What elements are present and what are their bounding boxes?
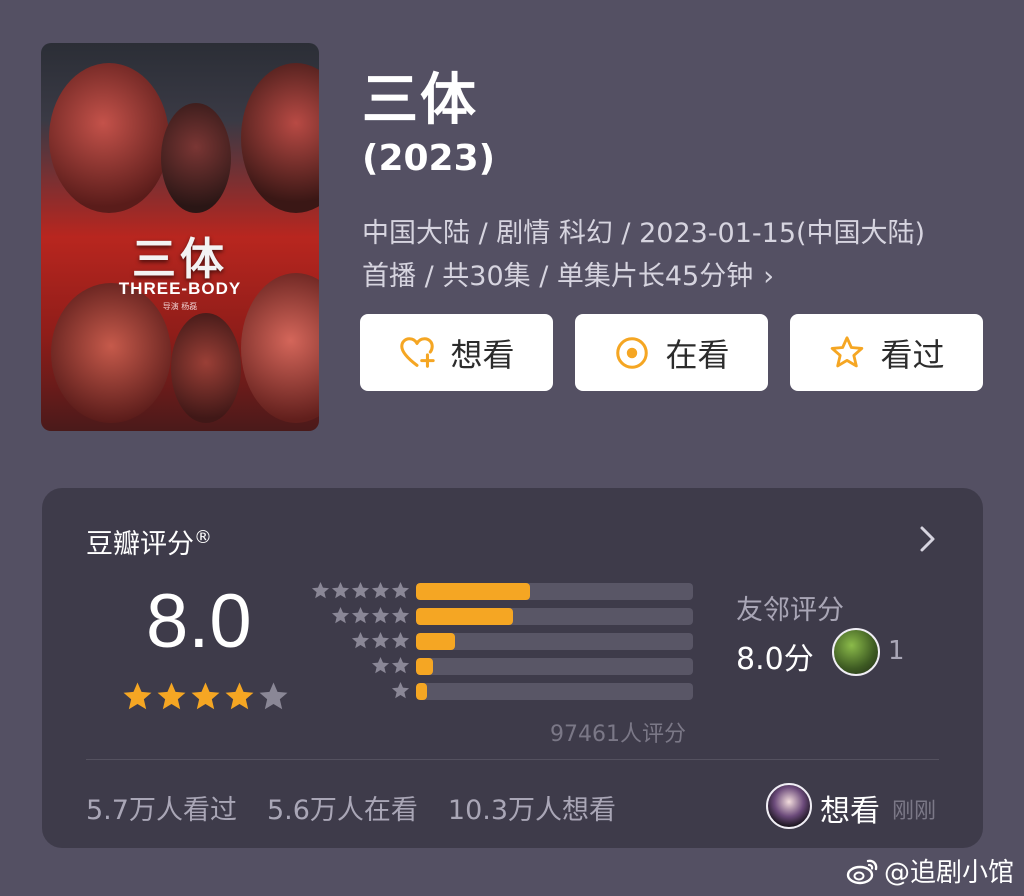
heart-plus-icon: [400, 336, 436, 368]
poster-title-en: THREE-BODY: [118, 279, 242, 298]
rating-bar-track: [416, 683, 693, 700]
star-icon: [351, 581, 370, 599]
poster-image[interactable]: 三体 THREE-BODY 导演 杨磊: [41, 43, 319, 431]
star-empty-icon: [259, 682, 288, 710]
friend-rating-score: 8.0分: [736, 642, 814, 677]
rating-bar-track: [416, 633, 693, 650]
poster-title-cn: 三体: [132, 234, 228, 285]
want-count[interactable]: 10.3万人想看: [448, 788, 616, 827]
friend-rating-label: 友邻评分: [736, 595, 844, 626]
rating-row-stars: [391, 681, 410, 700]
friend-count: 1: [888, 636, 905, 666]
watching-label: 在看: [665, 335, 730, 374]
rating-bar-fill: [416, 683, 428, 700]
rating-row-2-star: [304, 653, 704, 679]
star-filled-icon: [191, 682, 220, 710]
watched-label: 看过: [880, 335, 945, 374]
audience-stats: 5.7万人看过 5.6万人在看 10.3万人想看: [86, 788, 616, 827]
star-outline-icon: [831, 335, 864, 367]
rating-row-stars: [331, 606, 410, 625]
rating-bar-fill: [416, 583, 530, 600]
watched-button[interactable]: 看过: [790, 314, 983, 391]
star-icon: [331, 581, 350, 599]
rating-bar-track: [416, 608, 693, 625]
watching-count[interactable]: 5.6万人在看: [267, 788, 418, 827]
rating-card[interactable]: 豆瓣评分® 8.0 97461人评分 友邻评分 8.0分 1 5.7万人看过 5…: [42, 488, 983, 848]
star-icon: [391, 656, 410, 674]
watching-button[interactable]: 在看: [575, 314, 768, 391]
release-year: (2023): [362, 138, 496, 179]
rating-row-stars: [371, 656, 410, 675]
star-icon: [391, 606, 410, 624]
rating-bar-track: [416, 583, 693, 600]
star-filled-icon: [123, 682, 152, 710]
target-icon: [616, 336, 649, 369]
weibo-icon: [846, 859, 878, 884]
star-icon: [311, 581, 330, 599]
user-avatar[interactable]: [766, 783, 812, 829]
divider: [86, 759, 939, 760]
watermark-text: @追剧小馆: [883, 858, 1014, 888]
rating-row-4-star: [304, 603, 704, 629]
page-title: 三体: [362, 68, 478, 133]
watermark: @追剧小馆: [846, 852, 1014, 889]
star-icon: [371, 631, 390, 649]
star-icon: [391, 681, 410, 699]
star-icon: [331, 606, 350, 624]
want-to-watch-button[interactable]: 想看: [360, 314, 553, 391]
rating-stars: [122, 681, 289, 712]
rating-row-stars: [351, 631, 410, 650]
friend-avatar[interactable]: [832, 628, 880, 676]
meta-info[interactable]: 中国大陆 / 剧情 科幻 / 2023-01-15(中国大陆) 首播 / 共30…: [362, 212, 992, 298]
star-icon: [391, 581, 410, 599]
rating-score: 8.0: [146, 579, 252, 664]
rating-row-3-star: [304, 628, 704, 654]
star-icon: [371, 606, 390, 624]
rating-bar-fill: [416, 633, 455, 650]
star-icon: [351, 606, 370, 624]
chevron-right-icon: ›: [763, 261, 775, 292]
rating-row-5-star: [304, 578, 704, 604]
meta-line-2: 首播 / 共30集 / 单集片长45分钟: [362, 261, 754, 292]
star-filled-icon: [225, 682, 254, 710]
star-filled-icon: [157, 682, 186, 710]
rating-label: 豆瓣评分®: [86, 527, 212, 560]
star-icon: [391, 631, 410, 649]
want-label: 想看: [450, 335, 515, 374]
recent-time: 刚刚: [892, 799, 937, 824]
movie-detail-page: 三体 THREE-BODY 导演 杨磊 三体 (2023) 中国大陆 / 剧情 …: [0, 0, 1024, 896]
star-icon: [351, 631, 370, 649]
rating-bar-fill: [416, 608, 513, 625]
watched-count[interactable]: 5.7万人看过: [86, 788, 237, 827]
raters-count[interactable]: 97461人评分: [550, 716, 686, 748]
rating-bar-track: [416, 658, 693, 675]
star-icon: [371, 581, 390, 599]
rating-bar-fill: [416, 658, 433, 675]
meta-line-1: 中国大陆 / 剧情 科幻 / 2023-01-15(中国大陆): [362, 218, 926, 249]
rating-row-stars: [311, 581, 410, 600]
star-icon: [371, 656, 390, 674]
rating-row-1-star: [304, 678, 704, 704]
poster-credit: 导演 杨磊: [162, 302, 198, 311]
chevron-right-icon[interactable]: [917, 524, 939, 554]
recent-action: 想看: [820, 794, 880, 829]
